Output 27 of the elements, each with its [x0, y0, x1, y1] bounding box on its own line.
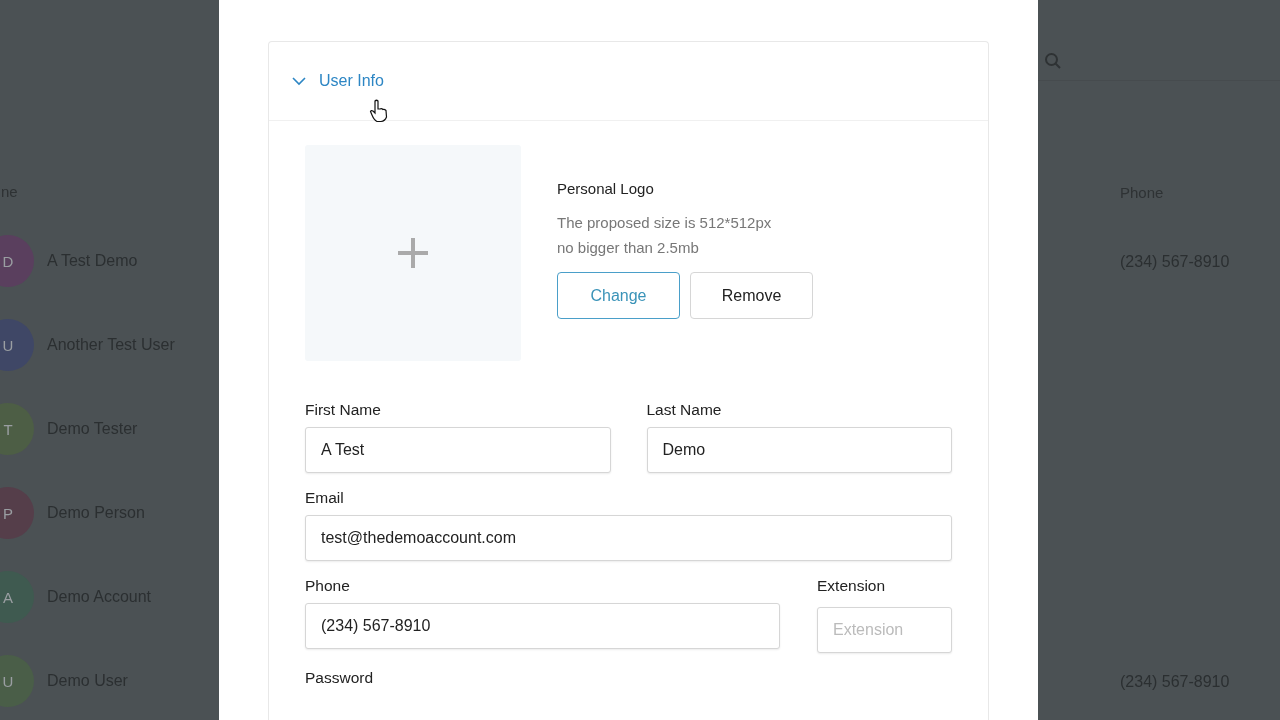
section-title[interactable]: User Info: [319, 72, 384, 90]
avatar: U: [0, 319, 34, 371]
input-field[interactable]: test@thedemoaccount.com: [305, 515, 952, 561]
avatar: U: [0, 655, 34, 707]
input-field[interactable]: A Test: [305, 427, 611, 473]
avatar: D: [0, 235, 34, 287]
logo-hint: The proposed size is 512*512px: [557, 213, 773, 233]
input-field[interactable]: (234) 567-8910: [305, 603, 780, 649]
avatar: A: [0, 571, 34, 623]
field-label: Email: [305, 489, 345, 508]
avatar: P: [0, 487, 34, 539]
remove-button[interactable]: Remove: [690, 272, 813, 319]
logo-upload-area[interactable]: [305, 145, 521, 361]
field-label: Extension: [817, 577, 887, 596]
logo-hint: no bigger than 2.5mb: [557, 238, 700, 258]
field-label: First Name: [305, 401, 382, 420]
input-field[interactable]: Extension: [817, 607, 952, 653]
field-label: Password: [305, 669, 374, 688]
avatar: T: [0, 403, 34, 455]
input-field[interactable]: Demo: [646, 427, 952, 473]
field-label: Phone: [305, 577, 351, 596]
logo-label: Personal Logo: [557, 180, 655, 197]
change-button[interactable]: Change: [557, 272, 680, 319]
hand-cursor-icon: [369, 99, 389, 123]
plus-icon: [398, 238, 428, 268]
field-label: Last Name: [646, 401, 723, 420]
search-icon: [1044, 52, 1062, 70]
